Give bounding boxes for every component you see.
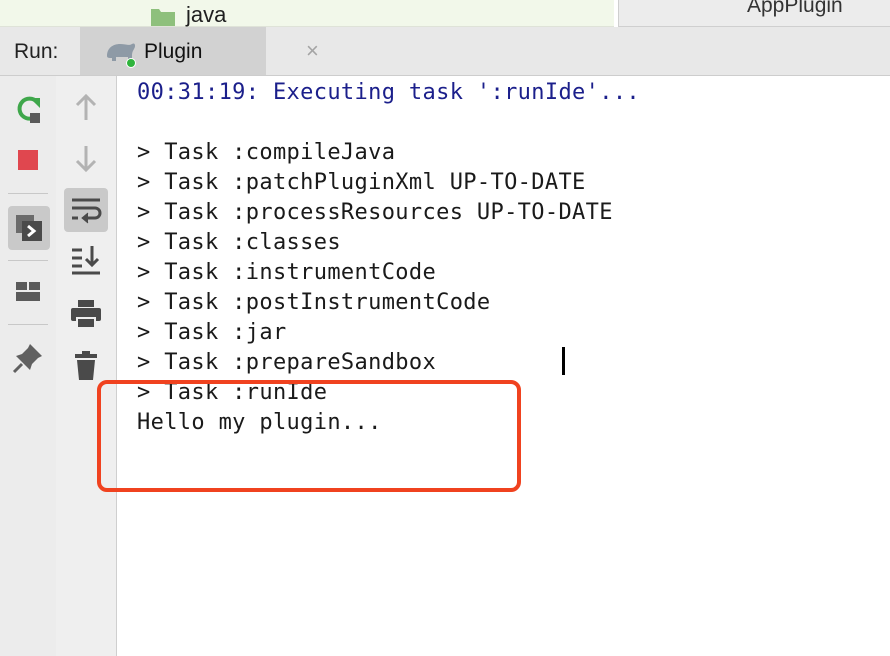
trash-icon[interactable] bbox=[66, 346, 106, 386]
folder-icon bbox=[151, 9, 175, 26]
console-line: > Task :patchPluginXml UP-TO-DATE bbox=[137, 170, 586, 195]
close-icon[interactable]: × bbox=[306, 38, 319, 64]
console-line: > Task :prepareSandbox bbox=[137, 350, 437, 375]
console-line: > Task :instrumentCode bbox=[137, 260, 437, 285]
editor-tab[interactable]: AppPlugin bbox=[618, 0, 890, 27]
console-line: > Task :classes bbox=[137, 230, 341, 255]
top-strip: java AppPlugin bbox=[0, 0, 890, 27]
console-line: > Task :jar bbox=[137, 320, 287, 345]
console-line: > Task :processResources UP-TO-DATE bbox=[137, 200, 613, 225]
run-tab-plugin[interactable]: Plugin × bbox=[80, 27, 319, 75]
run-label: Run: bbox=[14, 40, 59, 63]
restore-layout-icon bbox=[16, 215, 42, 241]
layout-icon[interactable] bbox=[8, 272, 48, 312]
toolbar-separator bbox=[8, 193, 48, 194]
tree-folder-label[interactable]: java bbox=[186, 2, 226, 27]
rerun-icon[interactable] bbox=[8, 90, 48, 130]
console-line: > Task :postInstrumentCode bbox=[137, 290, 491, 315]
down-arrow-icon[interactable] bbox=[66, 138, 106, 178]
run-tab-label: Plugin bbox=[144, 40, 203, 63]
highlight-annotation bbox=[97, 380, 521, 492]
run-left-toolbar bbox=[0, 76, 56, 656]
toolbar-separator bbox=[8, 260, 48, 261]
console-line: > Task :compileJava bbox=[137, 140, 396, 165]
run-panel-header: Run: Plugin × bbox=[0, 27, 890, 76]
project-tree: java bbox=[0, 0, 614, 27]
gradle-elephant-icon bbox=[107, 43, 136, 68]
console-toolbar bbox=[56, 76, 117, 656]
soft-wrap-button[interactable] bbox=[64, 188, 108, 232]
text-caret bbox=[562, 347, 565, 375]
soft-wrap-icon bbox=[72, 198, 102, 224]
stop-icon[interactable] bbox=[8, 140, 48, 180]
pin-icon[interactable] bbox=[8, 338, 48, 378]
toolbar-separator bbox=[8, 324, 48, 325]
restore-layout-button[interactable] bbox=[8, 206, 50, 250]
up-arrow-icon[interactable] bbox=[66, 88, 106, 128]
scroll-to-end-icon[interactable] bbox=[66, 240, 106, 280]
editor-tab-label: AppPlugin bbox=[747, 0, 843, 17]
print-icon[interactable] bbox=[66, 294, 106, 334]
console-line-executing: 00:31:19: Executing task ':runIde'... bbox=[137, 80, 641, 105]
console-output[interactable]: 00:31:19: Executing task ':runIde'... > … bbox=[117, 76, 890, 656]
